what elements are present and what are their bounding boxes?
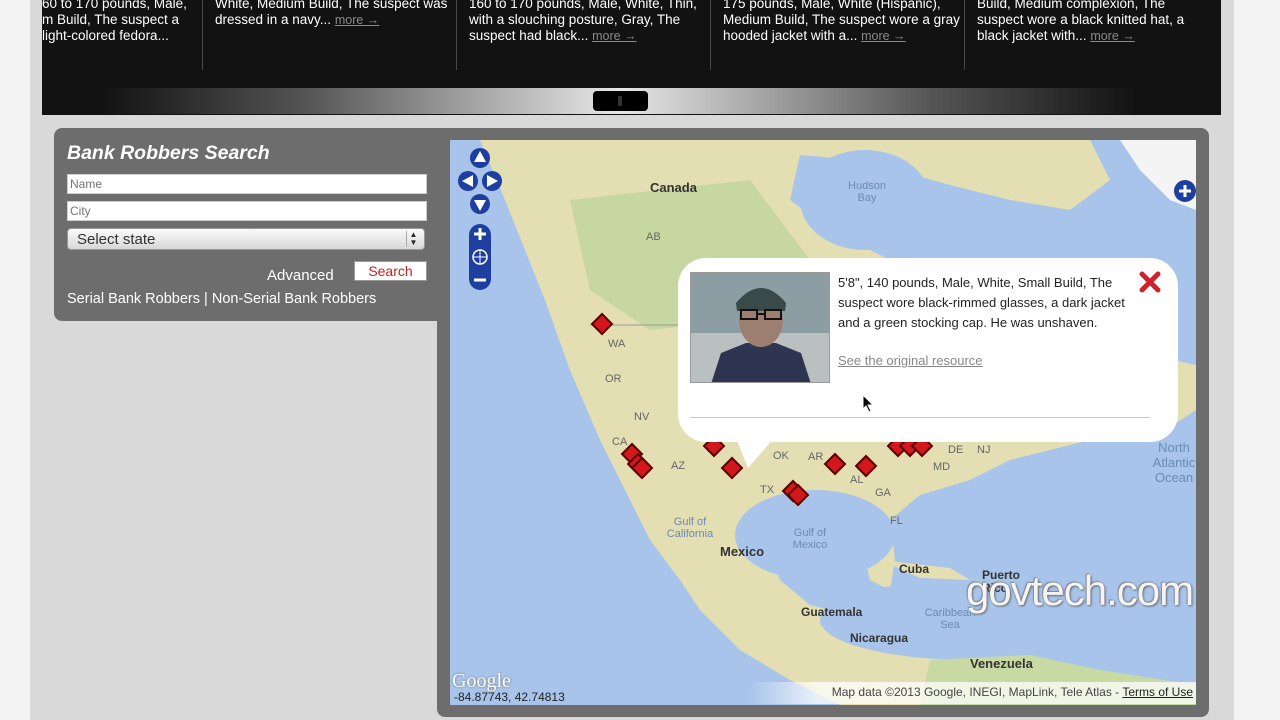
city-input[interactable]	[67, 201, 427, 221]
close-icon[interactable]	[1138, 270, 1162, 294]
label-ok: OK	[773, 450, 789, 462]
card-text: 160 to 170 pounds, Male, White, Thin, wi…	[469, 0, 697, 43]
carousel-scrollbar[interactable]	[99, 88, 1139, 114]
serial-robbers-link[interactable]: Serial Bank Robbers	[67, 291, 200, 307]
label-tx: TX	[760, 484, 775, 496]
suspect-photo	[690, 272, 830, 383]
search-button[interactable]: Search	[354, 261, 427, 281]
label-wa: WA	[608, 338, 626, 350]
label-guatemala: Guatemala	[801, 605, 863, 619]
popup-description: 5'8", 140 pounds, Male, White, Small Bui…	[838, 275, 1125, 330]
state-select[interactable]: Select state ▲ ▼	[67, 228, 425, 250]
map-attribution: Map data ©2013 Google, INEGI, MapLink, T…	[750, 682, 1196, 704]
label-venezuela: Venezuela	[970, 656, 1033, 671]
label-or: OR	[605, 373, 622, 385]
label-cuba: Cuba	[899, 562, 929, 576]
non-serial-robbers-link[interactable]: Non-Serial Bank Robbers	[212, 291, 376, 307]
carousel-card[interactable]: 160 to 170 pounds, Male, White, Thin, wi…	[456, 0, 709, 70]
card-text: White, Medium Build, The suspect was dre…	[215, 0, 448, 27]
card-text: Build, Medium complexion, The suspect wo…	[977, 0, 1185, 43]
popup-tail	[736, 438, 774, 468]
label-hudson-bay: Hudson Bay	[848, 180, 886, 204]
card-text: 60 to 170 pounds, Male, m Build, The sus…	[42, 0, 187, 43]
more-link[interactable]: more →	[1090, 29, 1134, 43]
label-nv: NV	[634, 411, 650, 423]
cursor-coordinates: -84.87743, 42.74813	[454, 690, 565, 704]
label-de: DE	[948, 444, 964, 456]
watermark: govtech.com	[966, 567, 1194, 614]
more-link[interactable]: more →	[861, 29, 905, 43]
carousel-cards: 60 to 170 pounds, Male, m Build, The sus…	[42, 0, 1221, 72]
scrollbar-handle[interactable]	[593, 91, 648, 111]
popup-divider	[690, 417, 1150, 418]
label-ab: AB	[646, 231, 661, 243]
original-resource-link[interactable]: See the original resource	[838, 353, 983, 368]
terms-of-use-link[interactable]: Terms of Use	[1122, 685, 1193, 699]
label-gulf-california: Gulf of California	[666, 516, 714, 540]
label-nj: NJ	[977, 444, 991, 456]
select-arrows-icon: ▲ ▼	[406, 231, 420, 247]
robber-carousel: 60 to 170 pounds, Male, m Build, The sus…	[42, 0, 1221, 115]
label-gulf-mexico: Gulf of Mexico	[792, 527, 828, 551]
label-ca: CA	[612, 436, 628, 448]
label-az: AZ	[671, 460, 686, 472]
expand-icon[interactable]	[1174, 180, 1196, 202]
carousel-card[interactable]: 175 pounds, Male, White (Hispanic), Medi…	[710, 0, 963, 70]
name-input[interactable]	[67, 174, 427, 194]
label-north-atlantic: North Atlantic Ocean	[1152, 440, 1196, 485]
label-md: MD	[933, 461, 951, 473]
search-panel: Bank Robbers Search Select state ▲▼ Adva…	[54, 128, 439, 321]
more-link[interactable]: more →	[592, 29, 636, 43]
label-al: AL	[850, 474, 864, 486]
carousel-card[interactable]: White, Medium Build, The suspect was dre…	[202, 0, 455, 70]
category-links: Serial Bank Robbers | Non-Serial Bank Ro…	[67, 291, 376, 307]
advanced-link[interactable]: Advanced	[267, 267, 334, 284]
carousel-card[interactable]: Build, Medium complexion, The suspect wo…	[964, 0, 1214, 70]
mouse-cursor-icon	[862, 394, 875, 413]
card-text: 175 pounds, Male, White (Hispanic), Medi…	[723, 0, 960, 43]
label-nicaragua: Nicaragua	[850, 631, 909, 645]
more-link[interactable]: more →	[335, 13, 379, 27]
zoom-control[interactable]	[469, 224, 493, 290]
label-fl: FL	[890, 515, 903, 527]
map-data-text: Map data ©2013 Google, INEGI, MapLink, T…	[831, 685, 1120, 699]
label-ar: AR	[808, 451, 824, 463]
label-ga: GA	[875, 487, 891, 499]
search-title: Bank Robbers Search	[67, 142, 270, 164]
label-canada: Canada	[650, 180, 697, 195]
state-select-value: Select state	[77, 231, 156, 248]
label-mexico: Mexico	[720, 544, 765, 559]
link-separator: |	[204, 291, 208, 307]
carousel-card[interactable]: 60 to 170 pounds, Male, m Build, The sus…	[30, 0, 190, 70]
